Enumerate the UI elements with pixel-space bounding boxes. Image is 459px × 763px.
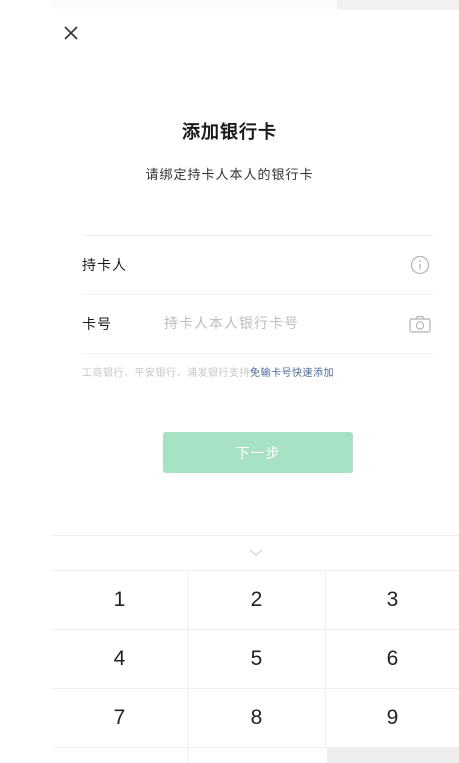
chevron-down-icon [249,549,262,556]
numeric-keyboard: 1 2 3 4 5 6 7 8 9 [52,535,459,763]
quick-add-hint: 工商银行、平安银行、浦发银行支持免输卡号快速添加 [82,364,334,379]
key-3[interactable]: 3 [326,571,459,630]
card-number-label: 卡号 [82,317,112,333]
key-8[interactable]: 8 [188,689,326,748]
card-holder-label: 持卡人 [82,258,127,274]
card-number-input[interactable] [164,316,434,332]
quick-add-link[interactable]: 免输卡号快速添加 [250,368,334,379]
top-status-area [52,0,337,9]
next-step-button[interactable]: 下一步 [163,432,353,473]
key-1[interactable]: 1 [52,571,188,630]
page-title: 添加银行卡 [182,122,277,143]
page-subtitle: 请绑定持卡人本人的银行卡 [145,168,314,183]
keyboard-bottom-divider [188,748,189,763]
key-4[interactable]: 4 [52,630,188,689]
card-holder-input[interactable] [164,257,434,273]
keyboard-collapse-bar[interactable] [52,535,459,570]
quick-add-hint-text: 工商银行、平安银行、浦发银行支持 [82,368,250,379]
key-7[interactable]: 7 [52,689,188,748]
keyboard-bottom-key-edge [327,748,459,763]
info-icon[interactable] [408,253,432,277]
card-holder-row: 持卡人 [82,235,434,294]
camera-icon[interactable] [408,312,432,336]
close-icon [64,26,78,40]
close-button[interactable] [56,18,86,48]
key-5[interactable]: 5 [188,630,326,689]
top-grey-bar [337,0,459,10]
key-9[interactable]: 9 [326,689,459,748]
card-number-row: 卡号 [82,294,434,354]
card-form: 持卡人 卡号 [82,235,434,354]
key-2[interactable]: 2 [188,571,326,630]
keyboard-keys: 1 2 3 4 5 6 7 8 9 [52,570,459,748]
key-6[interactable]: 6 [326,630,459,689]
